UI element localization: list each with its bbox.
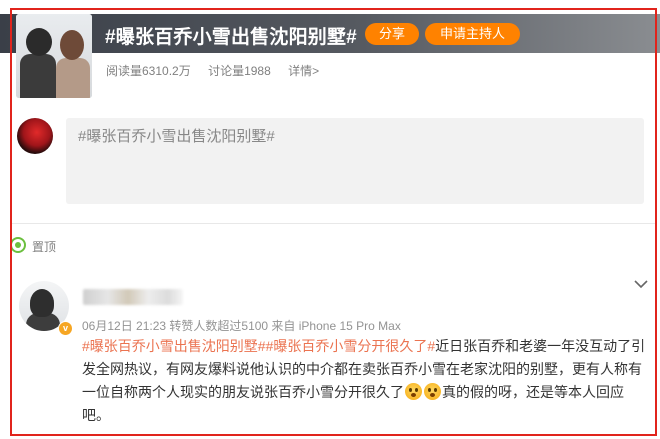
- current-user-avatar[interactable]: [17, 118, 53, 154]
- topic-cover-image: [16, 14, 92, 98]
- compose-input[interactable]: #曝张百乔小雪出售沈阳别墅#: [66, 118, 644, 204]
- post-text: #曝张百乔小雪出售沈阳别墅##曝张百乔小雪分开很久了#近日张百乔和老婆一年没互动…: [82, 335, 648, 427]
- read-count: 阅读量6310.2万: [106, 64, 191, 78]
- share-button[interactable]: 分享: [365, 23, 419, 45]
- emoji-icon: [405, 383, 422, 400]
- chevron-down-icon[interactable]: [633, 276, 649, 292]
- details-link[interactable]: 详情>: [288, 64, 319, 78]
- pinned-icon: [10, 237, 26, 253]
- divider: [12, 223, 657, 224]
- post-author-name-blurred[interactable]: [83, 289, 183, 305]
- emoji-icon: [424, 383, 441, 400]
- apply-host-button[interactable]: 申请主持人: [425, 23, 520, 45]
- discussion-count: 讨论量1988: [208, 64, 271, 78]
- pinned-label: 置顶: [32, 240, 57, 254]
- hashtag-link[interactable]: #曝张百乔小雪出售沈阳别墅#: [82, 338, 266, 354]
- hashtag-link[interactable]: #曝张百乔小雪分开很久了#: [266, 338, 436, 354]
- verified-badge-icon: v: [58, 321, 73, 336]
- post-meta: 06月12日 21:23 转赞人数超过5100 来自 iPhone 15 Pro…: [82, 319, 401, 333]
- topic-stats: 阅读量6310.2万 讨论量1988 详情>: [106, 62, 319, 79]
- topic-title: #曝张百乔小雪出售沈阳别墅#: [105, 27, 357, 48]
